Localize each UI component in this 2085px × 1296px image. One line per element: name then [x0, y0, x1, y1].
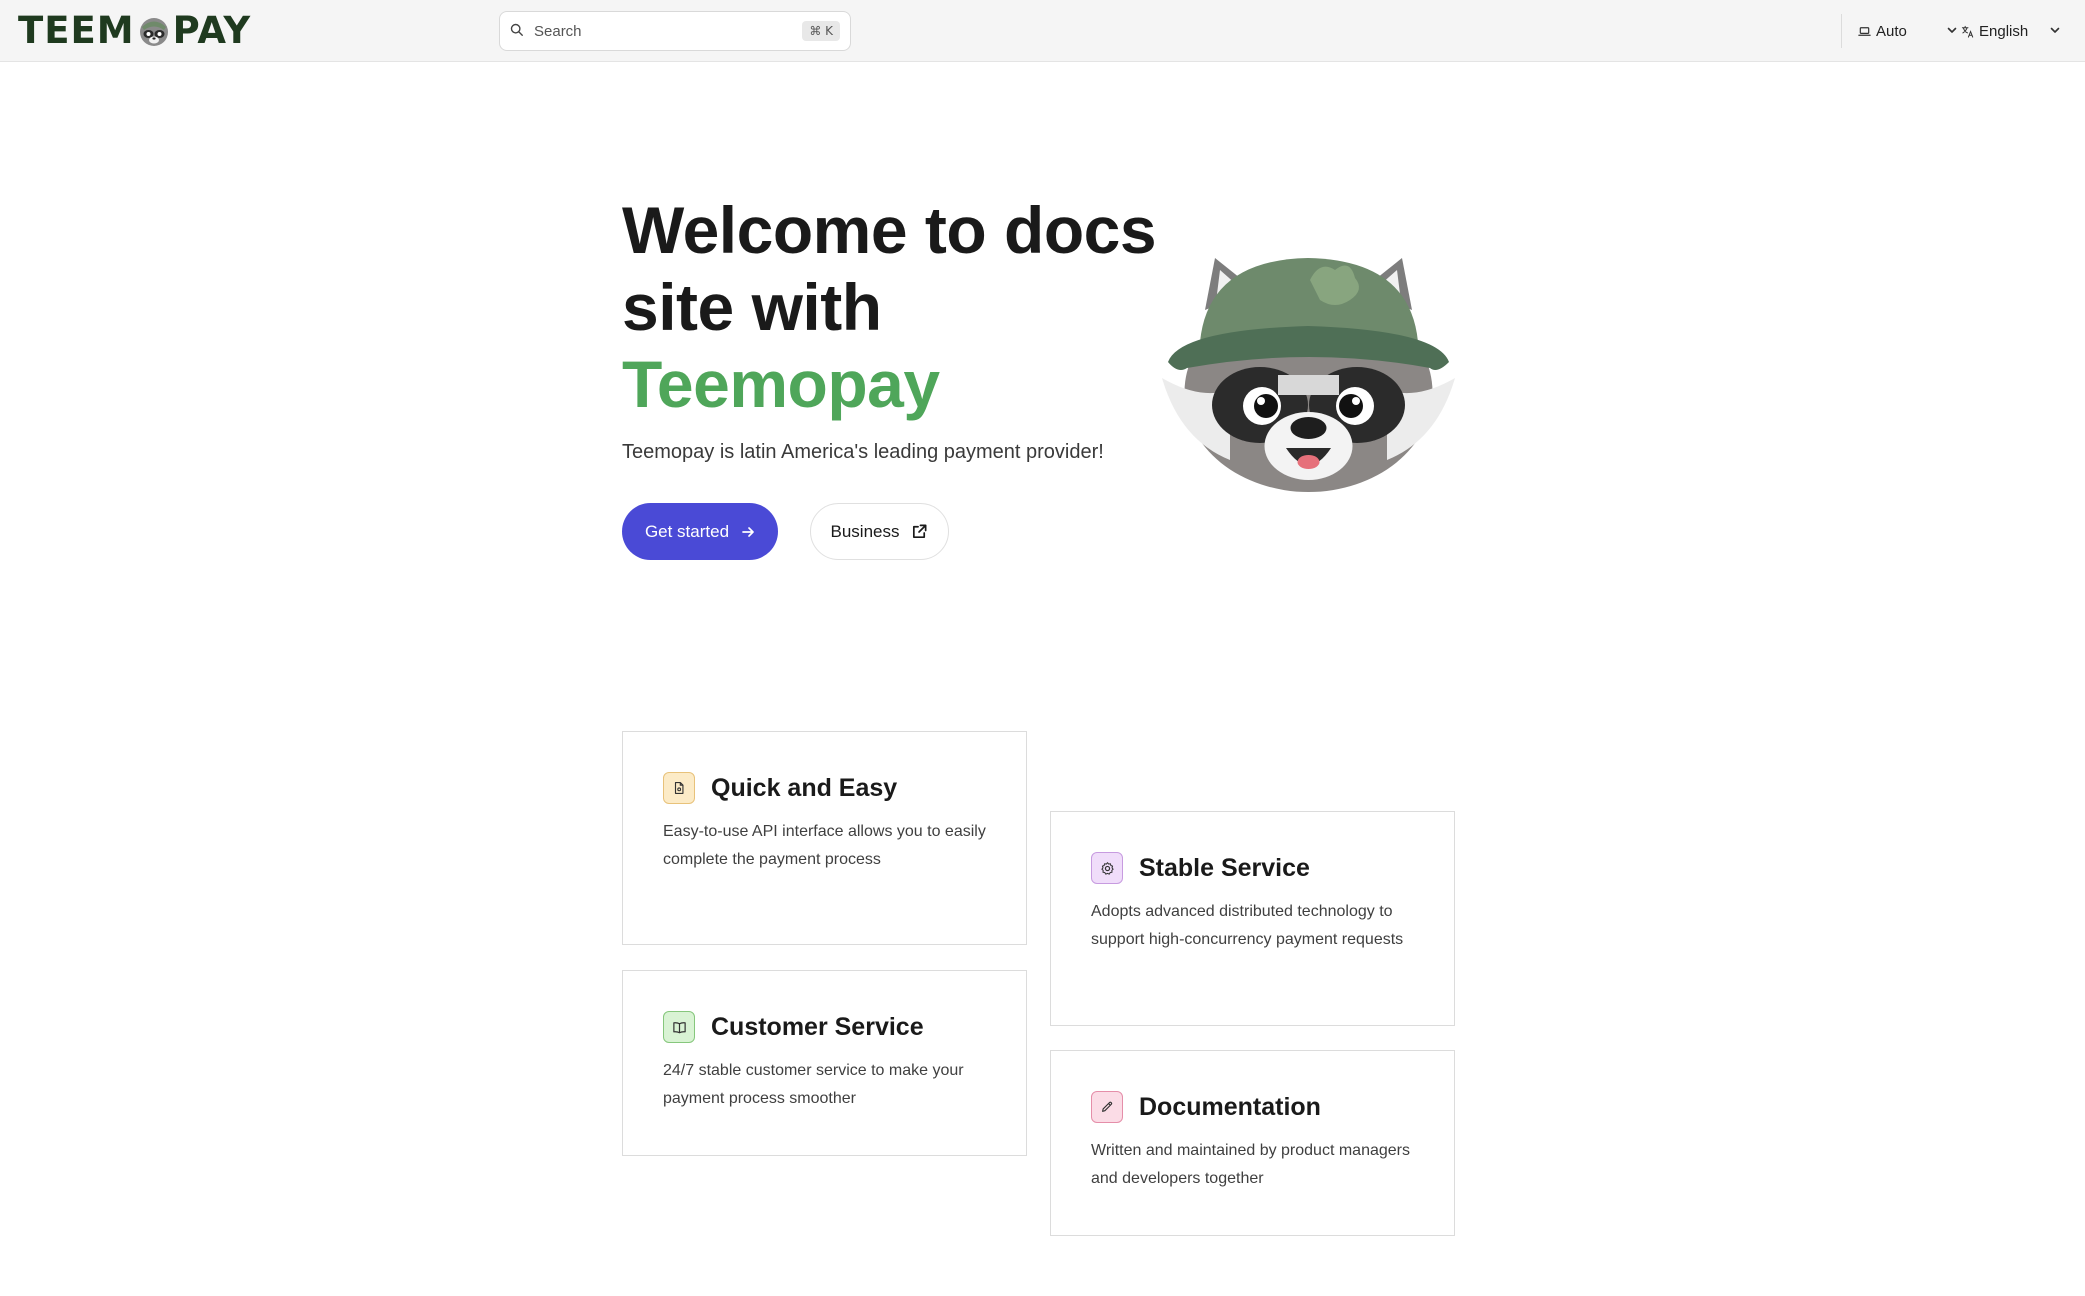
feature-card-stable-service: Stable Service Adopts advanced distribut…: [1050, 811, 1455, 1026]
get-started-button[interactable]: Get started: [622, 503, 778, 560]
arrow-right-icon: [742, 526, 754, 537]
language-selector[interactable]: English: [1961, 17, 2061, 45]
search-icon: [510, 23, 526, 39]
chevron-down-icon: [1947, 27, 1957, 33]
search-shortcut-badge: ⌘ K: [802, 21, 840, 41]
hero-title-line-1: Welcome to docs: [622, 193, 1157, 267]
logo-text-left: TEEM: [18, 9, 135, 52]
book-icon: [663, 1011, 695, 1043]
gear-icon: [1091, 852, 1123, 884]
feature-title: Customer Service: [711, 1012, 924, 1041]
chevron-down-icon: [2050, 27, 2060, 33]
pencil-icon: [1091, 1091, 1123, 1123]
feature-card-quick-and-easy: Quick and Easy Easy-to-use API interface…: [622, 731, 1027, 945]
hero-title: Welcome to docs site with Teemopay: [622, 192, 1182, 423]
site-logo[interactable]: TEEM PAY: [18, 10, 251, 52]
hero-title-brand: Teemopay: [622, 347, 940, 421]
feature-description: 24/7 stable customer service to make you…: [663, 1062, 964, 1107]
language-selector-label: English: [1979, 22, 2029, 40]
document-icon: [663, 772, 695, 804]
raccoon-logo-icon: [139, 18, 168, 46]
feature-card-documentation: Documentation Written and maintained by …: [1050, 1050, 1455, 1236]
feature-description: Easy-to-use API interface allows you to …: [663, 823, 986, 868]
feature-title: Quick and Easy: [711, 773, 898, 802]
hero-subtitle: Teemopay is latin America's leading paym…: [622, 441, 1104, 463]
top-navbar: TEEM PAY Search ⌘ K Auto English: [0, 0, 2085, 62]
feature-description: Written and maintained by product manage…: [1091, 1142, 1410, 1187]
business-button[interactable]: Business: [810, 503, 949, 560]
feature-card-customer-service: Customer Service 24/7 stable customer se…: [622, 970, 1027, 1156]
feature-description: Adopts advanced distributed technology t…: [1091, 903, 1404, 948]
feature-title: Documentation: [1139, 1092, 1321, 1121]
theme-selector-label: Auto: [1876, 22, 1907, 40]
business-label: Business: [830, 521, 900, 541]
get-started-label: Get started: [644, 521, 730, 541]
raccoon-mascot-illustration: [1162, 258, 1455, 492]
search-box[interactable]: Search ⌘ K: [499, 11, 851, 51]
theme-selector[interactable]: Auto: [1858, 17, 1958, 45]
search-placeholder: Search: [534, 22, 582, 40]
logo-text-right: PAY: [172, 9, 252, 52]
laptop-icon: [1858, 26, 1871, 36]
feature-title: Stable Service: [1139, 853, 1310, 882]
external-link-icon: [913, 524, 927, 539]
toolbar-divider: [1841, 14, 1842, 48]
hero-title-line-2: site with: [622, 270, 882, 344]
translate-icon: [1961, 25, 1974, 38]
